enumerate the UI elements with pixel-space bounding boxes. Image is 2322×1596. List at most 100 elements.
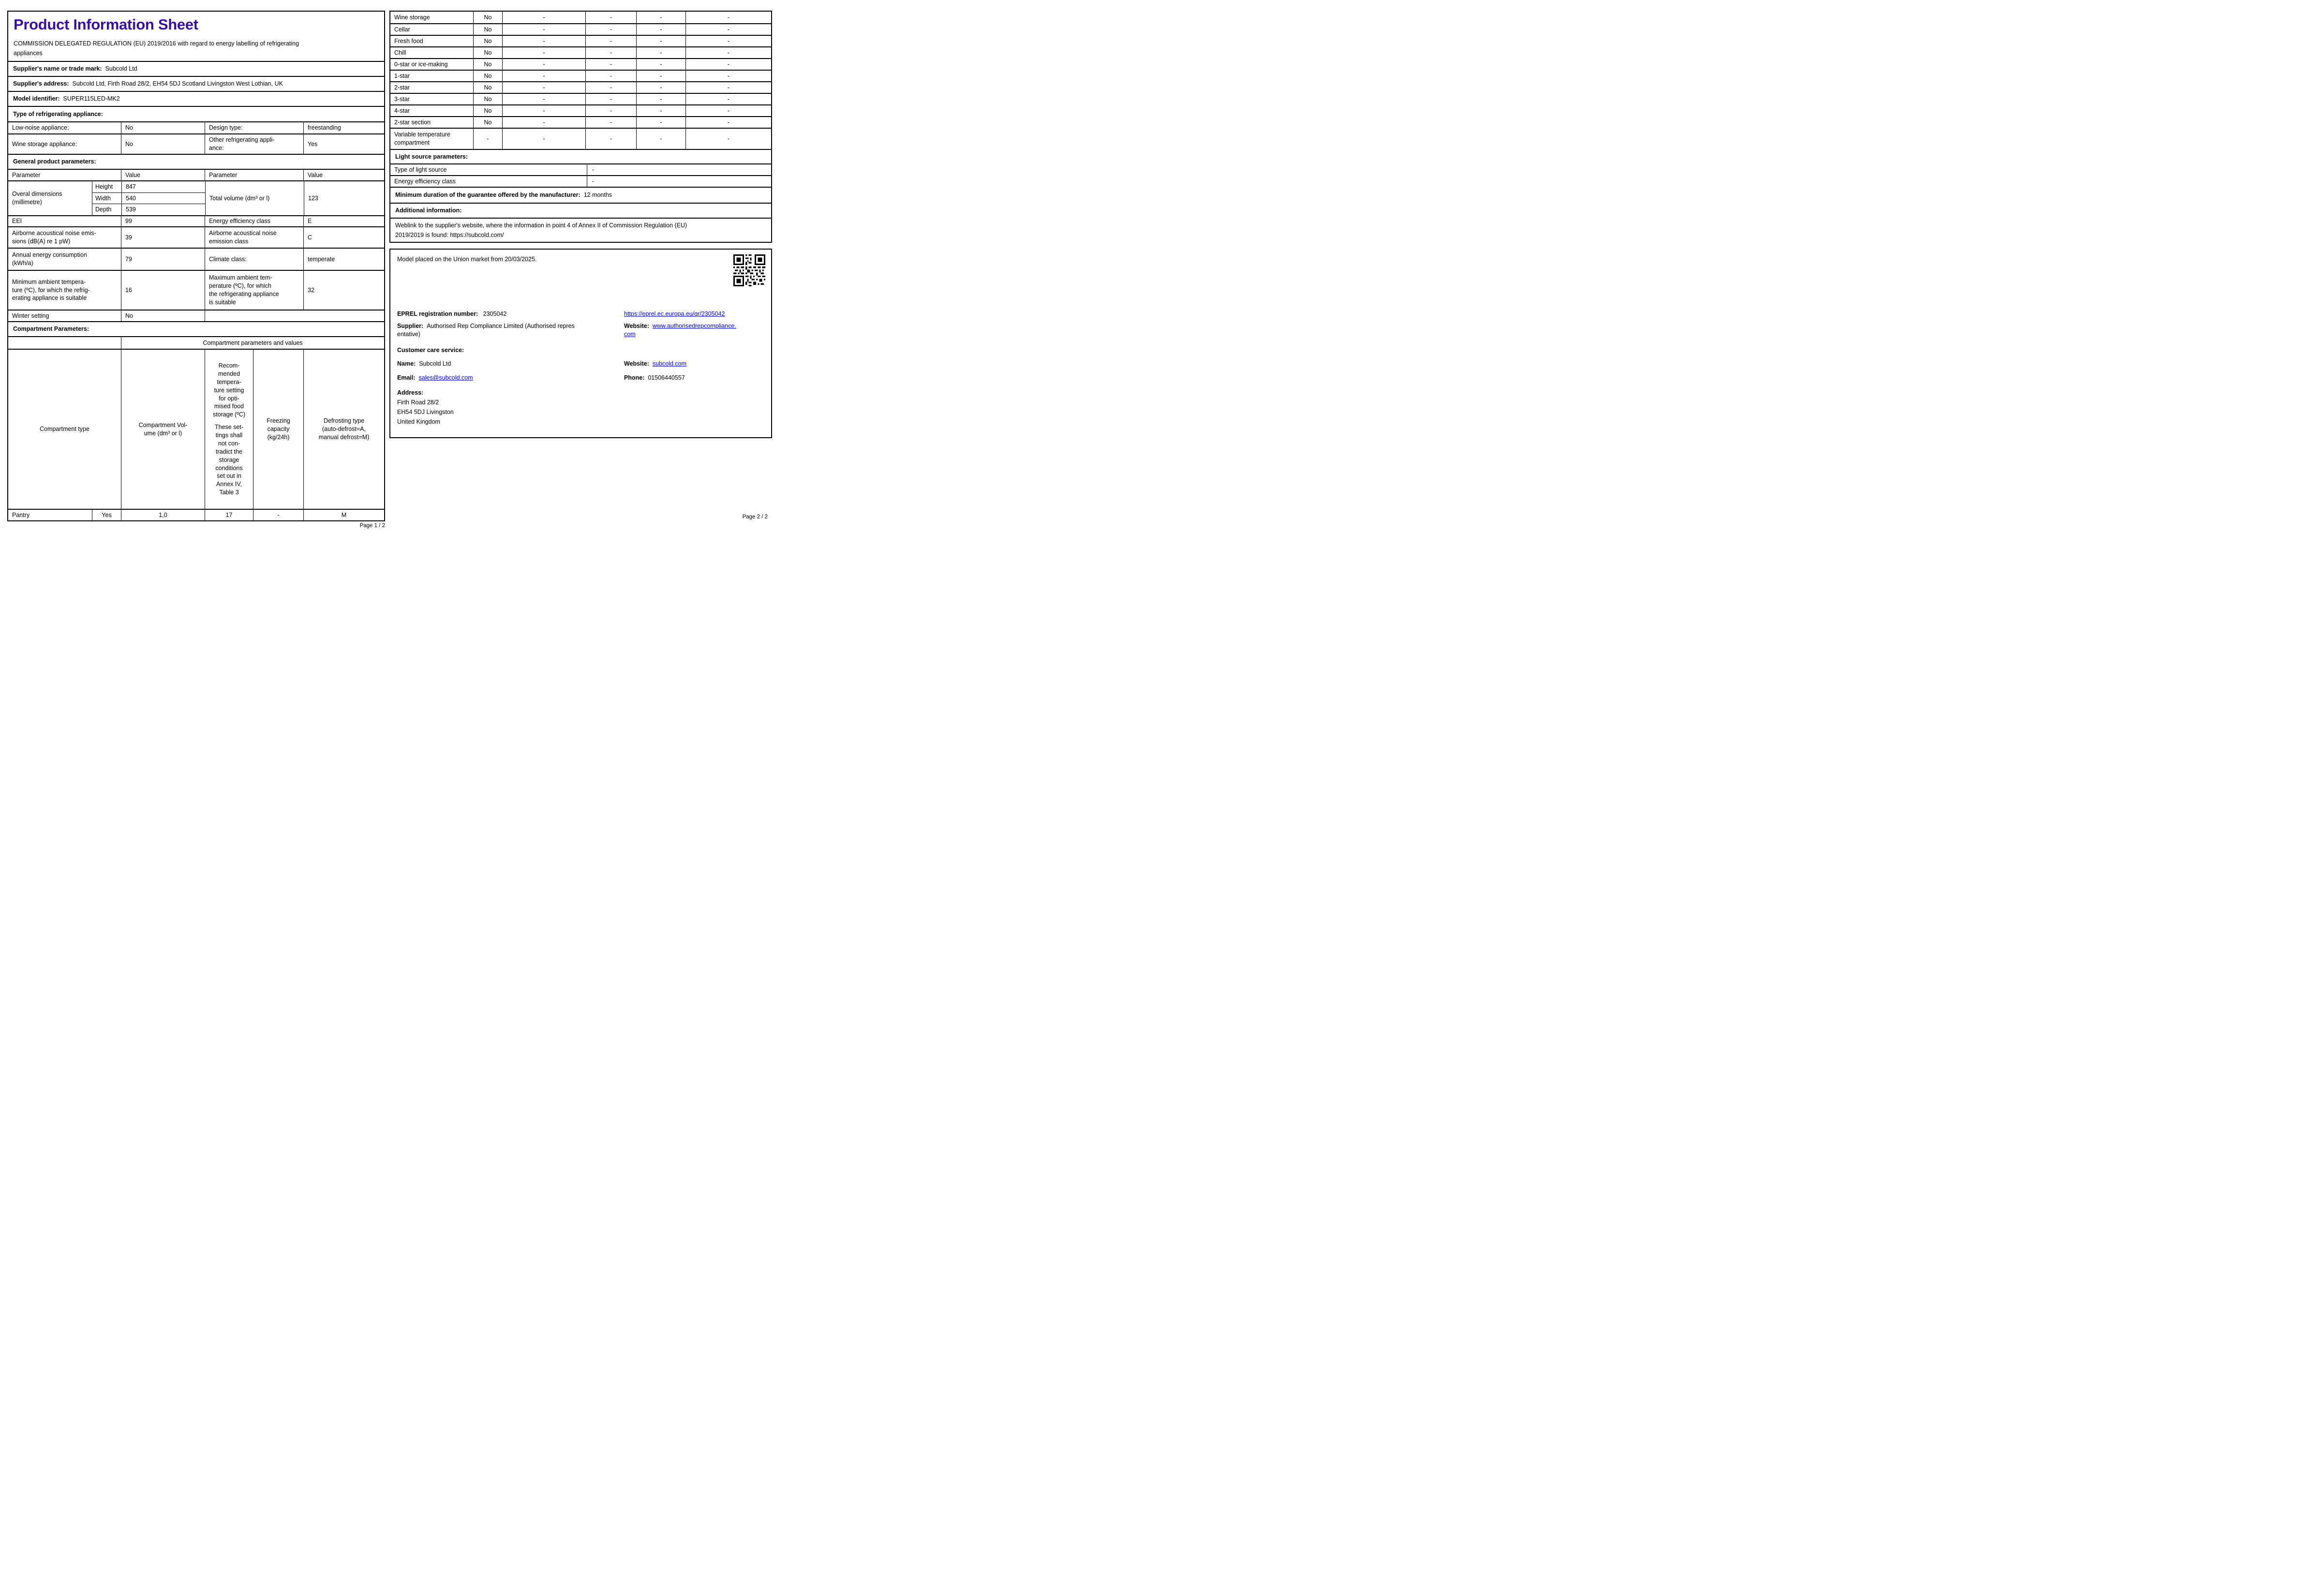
low-noise-label: Low-noise appliance:: [12, 124, 69, 132]
row-variable-temperature: Variable temperature compartment - - - -…: [390, 128, 771, 149]
low-noise-value: No: [121, 122, 205, 133]
temperature-header-text-1: Recom- mended tempera- ture setting for …: [212, 362, 246, 418]
row-noise: Airborne acoustical noise emis- sions (d…: [8, 226, 384, 248]
1-star-value: No: [473, 71, 502, 81]
care-email-label: Email:: [397, 374, 416, 382]
chill-value: No: [473, 47, 502, 58]
supplier-website-label: Website:: [624, 322, 649, 329]
value-header-2: Value: [303, 170, 384, 180]
dash-cell: -: [636, 129, 685, 149]
address-label: Address:: [397, 389, 424, 397]
care-email: Email: sales@subcold.com: [397, 374, 624, 382]
wine-storage-value: No: [473, 12, 502, 23]
supplier-name-value: Subcold Ltd: [105, 65, 137, 73]
additional-section-label: Additional information:: [395, 207, 462, 214]
pantry-defrost: M: [303, 510, 384, 520]
eei-label: EEI: [12, 218, 22, 225]
row-light-efficiency-class: Energy efficiency class -: [390, 175, 771, 187]
eprel-label: EPREL registration number:: [397, 310, 478, 317]
dash-cell: -: [585, 105, 636, 116]
page2-footer: Page 2 / 2: [742, 514, 768, 520]
noise-class-label: Airborne acoustical noise emission class: [205, 227, 303, 248]
compartment-section-label: Compartment Parameters:: [13, 325, 89, 333]
1-star-label: 1-star: [394, 72, 410, 79]
general-section-label: General product parameters:: [13, 158, 96, 165]
row-eei: EEI 99 Energy efficiency class E: [8, 215, 384, 226]
variable-temperature-label: Variable temperature compartment: [394, 131, 450, 146]
0-star-label: 0-star or ice-making: [394, 60, 448, 68]
max-ambient-label: Maximum ambient tem- perature (ºC), for …: [205, 271, 303, 310]
compartment-temperature-header: Recom- mended tempera- ture setting for …: [205, 350, 253, 509]
fresh-food-label: Fresh food: [394, 37, 423, 44]
supplier-value: Authorised Rep Compliance Limited (Autho…: [397, 322, 575, 338]
defrosting-type-header: Defrosting type (auto-defrost=A, manual …: [303, 350, 384, 509]
row-weblink: Weblink to the supplier's website, where…: [390, 218, 771, 242]
care-name-value: Subcold Ltd: [419, 360, 451, 368]
compartment-type-header: Compartment type: [40, 426, 89, 433]
max-ambient-value: 32: [303, 271, 384, 310]
section-type-of-appliance: Type of refrigerating appliance:: [8, 106, 384, 121]
dash-cell: -: [685, 59, 771, 70]
pantry-volume: 1,0: [121, 510, 205, 520]
dash-cell: -: [502, 82, 585, 93]
care-phone: Phone: 01506440557: [624, 374, 764, 382]
other-appliance-label: Other refrigerating appli- ance:: [205, 134, 303, 154]
variable-temperature-value: -: [473, 129, 502, 149]
row-winter-setting: Winter setting No: [8, 310, 384, 321]
supplier-website: Website: www.authorisedrepcompliance. com: [624, 322, 764, 339]
dimension-depth-row: Depth 539: [92, 204, 205, 215]
weblink-text: Weblink to the supplier's website, where…: [395, 222, 687, 238]
2-star-section-label: 2-star section: [394, 118, 431, 126]
row-guarantee: Minimum duration of the guarantee offere…: [390, 187, 771, 203]
row-1-star: 1-star No - - - -: [390, 70, 771, 81]
depth-label: Depth: [95, 206, 112, 213]
care-name-label: Name:: [397, 360, 416, 368]
row-4-star: 4-star No - - - -: [390, 104, 771, 116]
section-compartment-parameters: Compartment Parameters:: [8, 321, 384, 336]
cellar-label: Cellar: [394, 26, 410, 33]
2-star-value: No: [473, 82, 502, 93]
row-model-identifier: Model identifier: SUPER115LED-MK2: [8, 91, 384, 106]
light-efficiency-class-value: -: [587, 176, 771, 187]
row-annual-energy: Annual energy consumption (kWh/a) 79 Cli…: [8, 248, 384, 270]
eprel-link-wrap: https://eprel.ec.europa.eu/qr/2305042: [624, 310, 764, 318]
freezing-capacity-header: Freezing capacity (kg/24h): [253, 350, 303, 509]
annual-energy-value: 79: [121, 249, 205, 270]
row-wine-storage: Wine storage No - - - -: [390, 12, 771, 23]
title-block: Product Information Sheet COMMISSION DEL…: [8, 12, 384, 61]
row-supplier-address: Supplier's address: Subcold Ltd, Firth R…: [8, 76, 384, 91]
section-light-source: Light source parameters:: [390, 149, 771, 163]
dash-cell: -: [685, 12, 771, 23]
dash-cell: -: [685, 24, 771, 35]
address-line: EH54 5DJ Livingston: [397, 409, 454, 416]
temperature-header-text-2: These set- tings shall not con- tradict …: [214, 424, 244, 496]
row-compartment-header: Compartment type Compartment Vol- ume (d…: [8, 349, 384, 509]
fresh-food-value: No: [473, 36, 502, 46]
energy-class-label: Energy efficiency class: [205, 216, 303, 226]
care-website-link[interactable]: subcold.com: [653, 360, 686, 367]
care-email-link[interactable]: sales@subcold.com: [419, 374, 473, 381]
design-type-label: Design type:: [205, 122, 303, 133]
dash-cell: -: [502, 71, 585, 81]
eprel-number: EPREL registration number: 2305042: [397, 310, 624, 318]
row-supplier: Supplier: Authorised Rep Compliance Limit…: [397, 322, 764, 339]
qr-code: [733, 254, 765, 286]
compartment-volume-header: Compartment Vol- ume (dm³ or l): [121, 350, 205, 509]
energy-class-value: E: [303, 216, 384, 226]
dash-cell: -: [685, 82, 771, 93]
dash-cell: -: [585, 59, 636, 70]
row-compartment-span-header: Compartment parameters and values: [8, 336, 384, 349]
3-star-label: 3-star: [394, 95, 410, 103]
row-low-noise: Low-noise appliance: No Design type: fre…: [8, 121, 384, 133]
climate-class-label: Climate class:: [205, 249, 303, 270]
dash-cell: -: [685, 105, 771, 116]
climate-class-value: temperate: [303, 249, 384, 270]
care-phone-label: Phone:: [624, 374, 645, 382]
dimensions-subtable: Height 847 Width 540 Depth 539: [92, 181, 205, 215]
eprel-link[interactable]: https://eprel.ec.europa.eu/qr/2305042: [624, 310, 725, 317]
4-star-value: No: [473, 105, 502, 116]
row-care-name: Name: Subcold Ltd Website: subcold.com: [397, 360, 764, 368]
annual-energy-label: Annual energy consumption (kWh/a): [12, 251, 87, 266]
market-info-box: Model placed on the Union market from 20…: [389, 249, 772, 438]
address-line: Firth Road 28/2: [397, 399, 439, 406]
